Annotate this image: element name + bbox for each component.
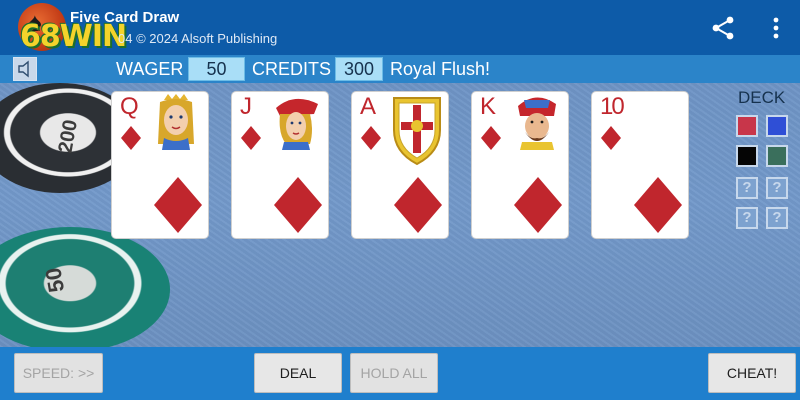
card-5[interactable]: 10: [591, 91, 689, 239]
poker-chip-50: [0, 227, 170, 352]
jack-face-icon: [276, 98, 318, 150]
diamond-icon: [394, 177, 442, 233]
wager-label: WAGER: [116, 59, 184, 79]
sound-toggle-button[interactable]: [13, 57, 37, 81]
deck-swatch-red[interactable]: [736, 115, 758, 137]
card-2[interactable]: J: [231, 91, 329, 239]
card-rank: A: [360, 93, 377, 120]
diamond-icon: [514, 177, 562, 233]
card-1[interactable]: Q: [111, 91, 209, 239]
cheat-button[interactable]: CHEAT!: [708, 353, 796, 393]
deck-label: DECK: [738, 88, 786, 107]
deck-unknown-1[interactable]: ?: [736, 177, 758, 199]
diamond-icon: [154, 177, 202, 233]
diamond-icon: [241, 126, 261, 150]
share-button[interactable]: [709, 14, 737, 42]
diamond-icon: [634, 177, 682, 233]
card-rank: J: [240, 93, 252, 120]
deck-unknown-4[interactable]: ?: [766, 207, 788, 229]
app-bar: ♠ 68WIN Five Card Draw 04 © 2024 Alsoft …: [0, 0, 800, 55]
app-title: Five Card Draw: [70, 9, 180, 26]
share-icon: [712, 16, 734, 40]
hold-all-button[interactable]: HOLD ALL: [350, 353, 438, 393]
queen-face-icon: [158, 94, 194, 150]
shield-crest-icon: [393, 97, 441, 166]
card-rank: Q: [120, 93, 139, 120]
info-bar: WAGER 50 CREDITS 300 Royal Flush!: [0, 55, 800, 83]
sound-off-icon: [18, 60, 29, 78]
card-rank: 10: [600, 93, 625, 120]
hand-status: Royal Flush!: [390, 59, 491, 79]
card-rank: K: [480, 93, 497, 120]
card-3[interactable]: A: [351, 91, 449, 239]
credits-label: CREDITS: [252, 59, 332, 79]
diamond-icon: [361, 126, 381, 150]
diamond-icon: [481, 126, 501, 150]
overflow-menu-button[interactable]: [766, 14, 786, 42]
diamond-icon: [274, 177, 322, 233]
wager-value: 50: [188, 57, 245, 81]
deck-swatch-black[interactable]: [736, 145, 758, 167]
chip-value-label: 50: [40, 265, 70, 295]
king-face-icon: [518, 97, 556, 150]
credits-value: 300: [335, 57, 383, 81]
deck-unknown-2[interactable]: ?: [766, 177, 788, 199]
deck-swatch-blue[interactable]: [766, 115, 788, 137]
deal-button[interactable]: DEAL: [254, 353, 342, 393]
deck-swatch-green[interactable]: [766, 145, 788, 167]
diamond-icon: [601, 126, 621, 150]
speed-button[interactable]: SPEED: >>: [14, 353, 103, 393]
diamond-icon: [121, 126, 141, 150]
app-subtitle: 04 © 2024 Alsoft Publishing: [118, 31, 278, 46]
deck-unknown-3[interactable]: ?: [736, 207, 758, 229]
card-4[interactable]: K: [471, 91, 569, 239]
more-vert-icon: [773, 17, 779, 39]
brand-watermark: 68WIN: [20, 19, 127, 54]
